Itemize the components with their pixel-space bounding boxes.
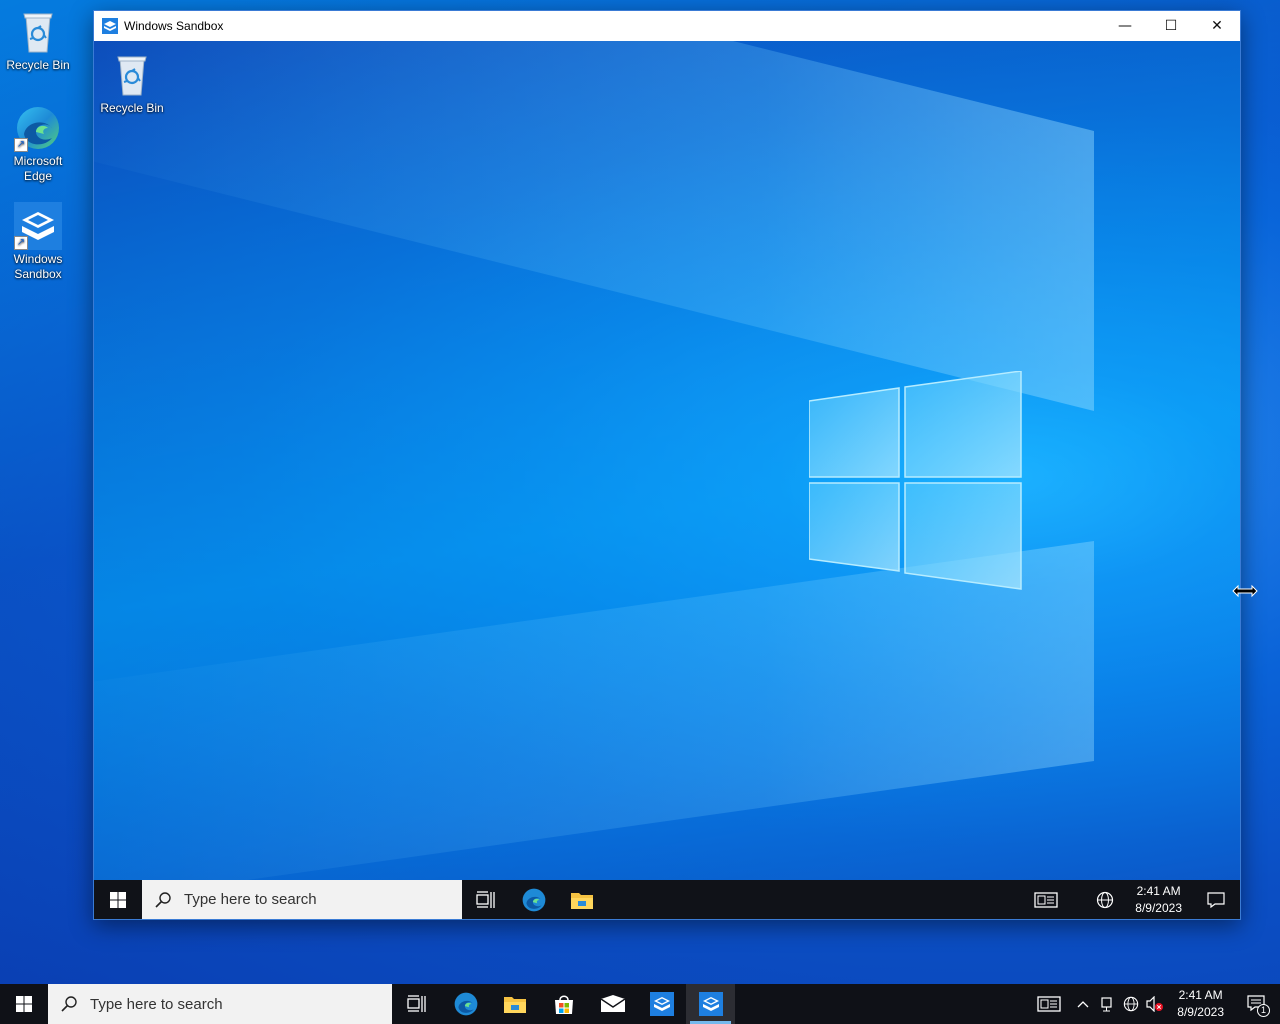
clock-time: 2:41 AM: [1178, 988, 1223, 1002]
sandbox-icon: [649, 992, 674, 1016]
task-view-icon: [406, 995, 426, 1012]
taskbar-file-explorer[interactable]: [490, 984, 539, 1024]
notification-badge: 1: [1257, 1004, 1270, 1017]
taskbar-sandbox-running[interactable]: [686, 984, 735, 1024]
resize-cursor-icon: [1232, 584, 1258, 598]
volume-muted-icon: [1146, 996, 1164, 1012]
network-button[interactable]: [1119, 984, 1143, 1024]
shortcut-arrow-icon: ↗: [14, 138, 28, 152]
desktop-icon-sandbox[interactable]: ↗ Windows Sandbox: [0, 202, 76, 282]
network-icon: [1124, 996, 1139, 1012]
desktop-icon-edge[interactable]: ↗ Microsoft Edge: [0, 104, 76, 184]
search-placeholder: Type here to search: [90, 995, 223, 1013]
windows-start-icon: [16, 996, 32, 1012]
network-button[interactable]: [1085, 880, 1125, 919]
taskbar-edge[interactable]: [510, 880, 558, 919]
store-icon: [554, 995, 573, 1014]
sandbox-icon: [698, 992, 723, 1016]
news-button[interactable]: [1027, 984, 1071, 1024]
news-icon: [1034, 891, 1058, 908]
file-explorer-icon: [571, 892, 593, 909]
maximize-button[interactable]: ☐: [1148, 11, 1194, 41]
system-tray: 2:41 AM 8/9/2023 1: [1027, 985, 1280, 1024]
start-button[interactable]: [0, 984, 48, 1024]
sandbox-icon: ↗: [14, 202, 62, 250]
notification-icon: [1207, 891, 1225, 908]
show-hidden-icons-button[interactable]: [1071, 984, 1095, 1024]
chevron-up-icon: [1077, 1001, 1089, 1008]
start-button[interactable]: [94, 880, 142, 919]
taskbar-store[interactable]: [539, 984, 588, 1024]
news-icon: [1037, 996, 1061, 1012]
search-box[interactable]: Type here to search: [142, 880, 462, 919]
clock-date: 8/9/2023: [1177, 1005, 1224, 1019]
action-center-button[interactable]: 1: [1234, 984, 1280, 1024]
search-icon: [61, 996, 77, 1012]
volume-button[interactable]: [1143, 984, 1167, 1024]
wallpaper-light-beam: [94, 41, 1094, 411]
title-bar[interactable]: Windows Sandbox — ☐ ✕: [94, 11, 1240, 41]
clock-time: 2:41 AM: [1136, 883, 1181, 898]
shortcut-arrow-icon: ↗: [14, 236, 28, 250]
windows-logo-wallpaper: [808, 370, 1024, 591]
file-explorer-icon: [503, 997, 526, 1013]
window-controls: — ☐ ✕: [1102, 11, 1240, 41]
mail-icon: [600, 995, 625, 1012]
close-button[interactable]: ✕: [1194, 11, 1240, 41]
desktop-icon-label: Recycle Bin: [6, 58, 70, 72]
edge-icon: ↗: [14, 104, 62, 152]
taskbar-edge[interactable]: [441, 984, 490, 1024]
sandbox-window[interactable]: Windows Sandbox — ☐ ✕ Recycle Bin Type h…: [93, 10, 1241, 920]
clock-date: 8/9/2023: [1135, 900, 1182, 915]
news-button[interactable]: [1021, 880, 1071, 919]
meet-icon: [1101, 997, 1112, 1012]
desktop-icon-recycle-bin[interactable]: Recycle Bin: [94, 51, 170, 116]
recycle-bin-icon: [14, 8, 62, 56]
sandbox-desktop: Recycle Bin: [94, 41, 1240, 880]
task-view-button[interactable]: [462, 880, 510, 919]
desktop-icon-label: Microsoft Edge: [13, 154, 63, 183]
recycle-bin-icon: [108, 51, 156, 99]
desktop-icon-label: Recycle Bin: [100, 101, 164, 115]
taskbar-mail[interactable]: [588, 984, 637, 1024]
network-icon: [1097, 891, 1114, 908]
clock[interactable]: 2:41 AM 8/9/2023: [1167, 987, 1234, 1021]
search-placeholder: Type here to search: [184, 891, 317, 908]
desktop-icon-recycle-bin[interactable]: Recycle Bin: [0, 8, 76, 73]
minimize-button[interactable]: —: [1102, 11, 1148, 41]
edge-icon: [454, 992, 477, 1016]
task-view-icon: [476, 890, 495, 908]
search-box[interactable]: Type here to search: [48, 984, 392, 1024]
edge-icon: [522, 888, 546, 911]
window-title: Windows Sandbox: [124, 19, 224, 33]
sandbox-taskbar: Type here to search 2:41 AM 8/9/2023: [94, 880, 1240, 919]
meet-now-button[interactable]: [1095, 984, 1119, 1024]
search-icon: [155, 891, 171, 908]
windows-start-icon: [110, 891, 126, 908]
taskbar-sandbox[interactable]: [637, 984, 686, 1024]
action-center-button[interactable]: [1192, 880, 1240, 919]
taskbar-file-explorer[interactable]: [558, 880, 606, 919]
clock[interactable]: 2:41 AM 8/9/2023: [1125, 883, 1192, 917]
host-taskbar: Type here to search 2:41 AM 8/9/2023 1: [0, 984, 1280, 1024]
system-tray: 2:41 AM 8/9/2023: [1021, 880, 1240, 919]
task-view-button[interactable]: [392, 984, 441, 1024]
sandbox-icon: [102, 18, 118, 34]
wallpaper-light-beam: [94, 541, 1094, 880]
desktop-icon-label: Windows Sandbox: [13, 252, 63, 281]
